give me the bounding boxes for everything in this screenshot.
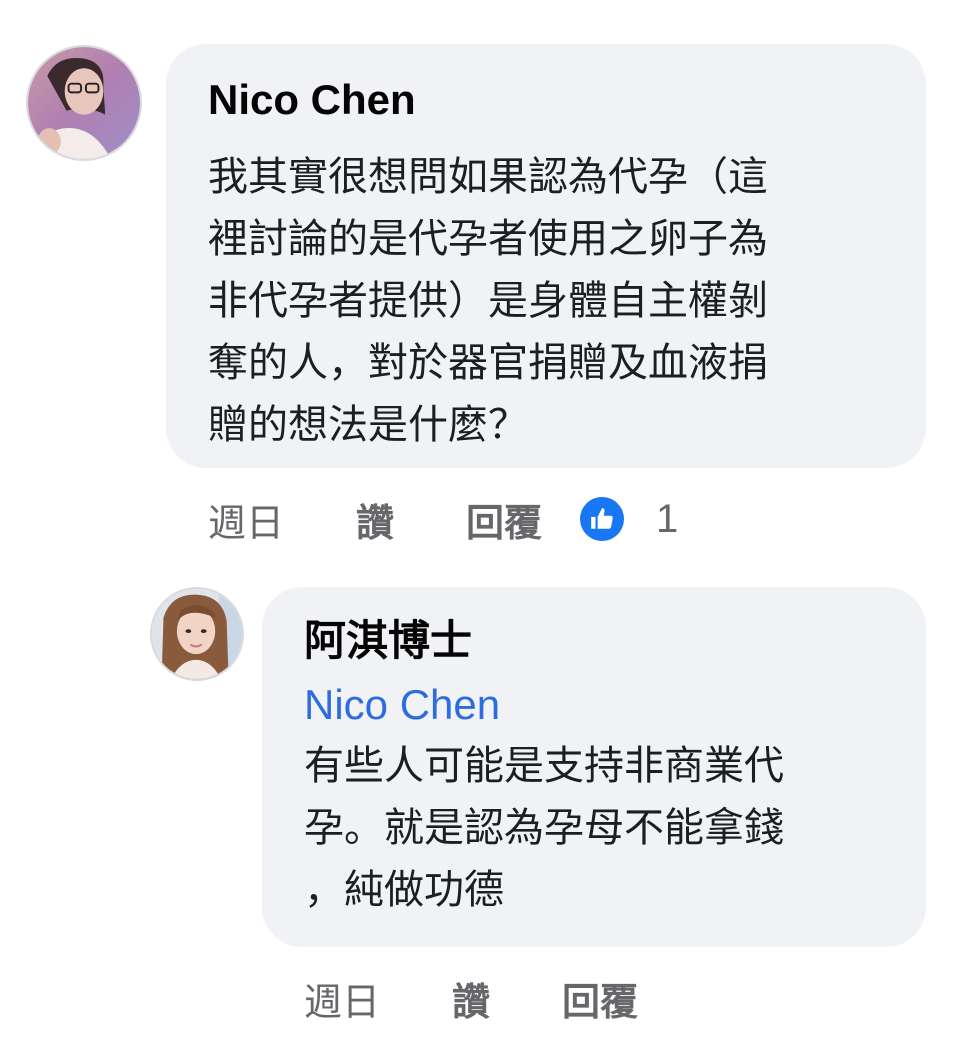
comment-actions: 週日 讚 回覆 1 xyxy=(208,491,678,547)
reply-actions: 週日 讚 回覆 xyxy=(304,970,638,1026)
reply-text-line: 有些人可能是支持非商業代 xyxy=(304,743,784,789)
reply-text-line: ，純做功德 xyxy=(304,867,504,913)
avatar-photo-icon xyxy=(28,47,140,159)
comment-text-line: 奪的人，對於器官捐贈及血液捐 xyxy=(208,340,768,386)
reply-button[interactable]: 回覆 xyxy=(562,971,638,1026)
reply-bubble[interactable]: 阿淇博士 Nico Chen 有些人可能是支持非商業代 孕。就是認為孕母不能拿錢… xyxy=(262,587,926,947)
comment-text-line: 贈的想法是什麼？ xyxy=(208,402,528,448)
like-button[interactable]: 讚 xyxy=(452,971,490,1026)
comment-text-line: 非代孕者提供）是身體自主權剝 xyxy=(208,278,768,324)
reply-timestamp[interactable]: 週日 xyxy=(304,971,380,1026)
mention-link[interactable]: Nico Chen xyxy=(304,677,500,733)
like-button[interactable]: 讚 xyxy=(356,492,394,547)
comment-timestamp[interactable]: 週日 xyxy=(208,492,284,547)
thumbs-up-icon xyxy=(580,497,625,541)
reply-text: 有些人可能是支持非商業代 孕。就是認為孕母不能拿錢 ，純做功德 xyxy=(304,735,784,921)
avatar-photo-icon xyxy=(152,589,242,679)
comment-bubble[interactable]: Nico Chen 我其實很想問如果認為代孕（這 裡討論的是代孕者使用之卵子為 … xyxy=(166,44,926,468)
reply-text-line: 孕。就是認為孕母不能拿錢 xyxy=(304,805,784,851)
reply-button[interactable]: 回覆 xyxy=(466,492,542,547)
reaction-summary[interactable]: 1 xyxy=(580,497,678,542)
comment-text: 我其實很想問如果認為代孕（這 裡討論的是代孕者使用之卵子為 非代孕者提供）是身體… xyxy=(208,146,768,456)
avatar-reply-author[interactable] xyxy=(150,587,244,681)
comment-text-line: 我其實很想問如果認為代孕（這 xyxy=(208,154,768,200)
comment-author[interactable]: Nico Chen xyxy=(208,72,416,128)
avatar-nico-chen[interactable] xyxy=(26,45,142,161)
comment-text-line: 裡討論的是代孕者使用之卵子為 xyxy=(208,216,768,262)
reply-author[interactable]: 阿淇博士 xyxy=(304,613,472,669)
reaction-count: 1 xyxy=(656,496,679,541)
